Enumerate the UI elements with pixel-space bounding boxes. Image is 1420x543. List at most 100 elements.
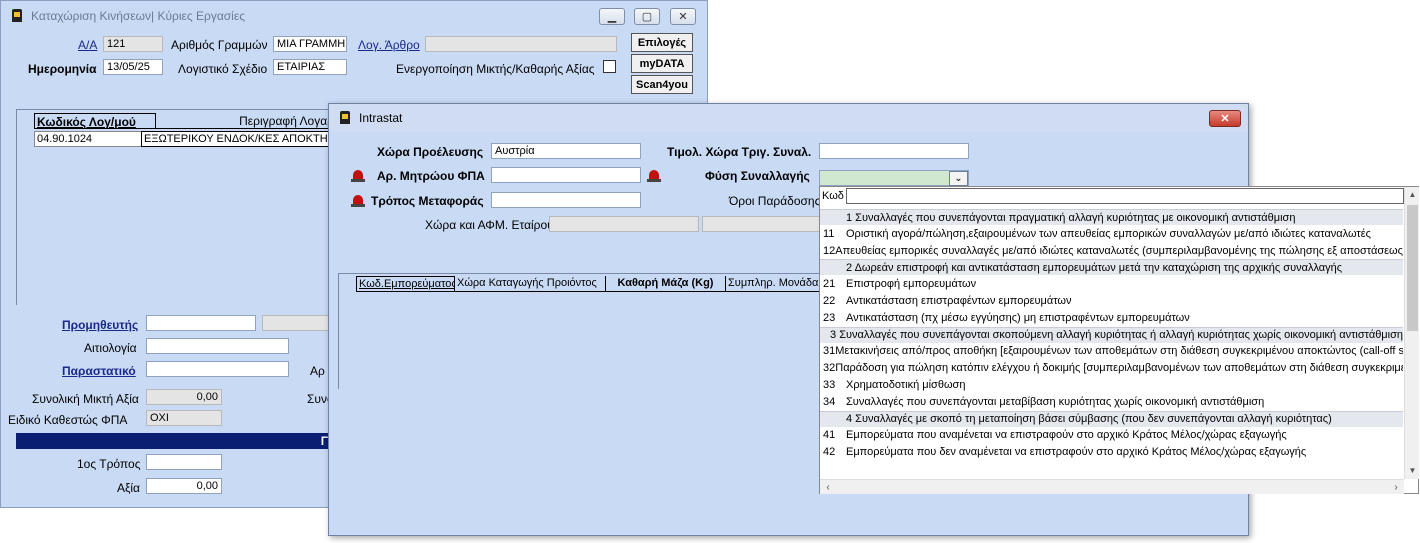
table-row-code[interactable]: 04.90.1024: [34, 131, 156, 147]
scroll-thumb[interactable]: [1407, 205, 1418, 331]
date-label: Ημερομηνία: [28, 62, 97, 76]
option-code: 12: [823, 244, 836, 257]
log-arthro-label[interactable]: Λογ. Άρθρο: [358, 38, 420, 52]
supplier-field[interactable]: [146, 315, 256, 331]
transaction-nature-label: Φύση Συναλλαγής: [705, 169, 810, 183]
scroll-up-icon[interactable]: ▲: [1405, 187, 1420, 203]
log-arthro-field[interactable]: [425, 36, 617, 52]
mydata-button[interactable]: myDATA: [631, 54, 693, 73]
transaction-nature-dropdown[interactable]: Κωδ 1 Συναλλαγές που συνεπάγονται πραγμα…: [819, 186, 1419, 494]
partner-label: Χώρα και ΑΦΜ. Εταίρου: [425, 218, 554, 232]
option-text: Εμπορεύματα που δεν αναμένεται να επιστρ…: [846, 446, 1307, 459]
dropdown-group-header[interactable]: 3 Συναλλαγές που συνεπάγονται σκοπούμενη…: [820, 326, 1403, 343]
payment-band-title: Γ: [320, 434, 328, 448]
option-text: 3 Συναλλαγές που συνεπάγονται σκοπούμενη…: [830, 329, 1403, 342]
vat-regime-field[interactable]: ΟΧΙ: [146, 410, 222, 426]
dropdown-filter-row: Κωδ: [820, 187, 1418, 205]
maximize-button[interactable]: ▢: [634, 8, 660, 25]
option-code: 21: [823, 278, 836, 291]
intrastat-goods-grid: Κωδ.Εμπορεύματος Χώρα Καταγωγής Προιόντο…: [338, 273, 822, 389]
chevron-down-icon[interactable]: ⌄: [949, 171, 968, 186]
gross-net-checkbox[interactable]: [603, 60, 616, 73]
line-count-field[interactable]: ΜΙΑ ΓΡΑΜΜΗ: [273, 36, 347, 52]
document-label[interactable]: Παραστατικό: [62, 364, 136, 378]
transport-field[interactable]: [491, 192, 641, 208]
option-text: Απευθείας εμπορικές συναλλαγές με/από ιδ…: [835, 244, 1403, 257]
vat-reg-alarm-icon[interactable]: [351, 169, 365, 183]
options-button[interactable]: Επιλογές: [631, 33, 693, 52]
total-gross-label: Συνολική Μικτή Αξία: [32, 392, 139, 406]
dropdown-option[interactable]: 21 Επιστροφή εμπορευμάτων: [820, 276, 1403, 292]
scroll-right-icon[interactable]: ›: [1388, 480, 1404, 495]
vat-reg-label: Αρ. Μητρώου ΦΠΑ: [377, 169, 485, 183]
invoice-country-field[interactable]: [819, 143, 969, 159]
dropdown-option[interactable]: 34 Συναλλαγές που συνεπάγονται μεταβίβαση…: [820, 394, 1403, 410]
aa-label[interactable]: Α/Α: [78, 38, 97, 52]
option-text: 4 Συναλλαγές με σκοπό τη μεταποίηση βάσε…: [846, 413, 1332, 426]
option-code: 34: [823, 395, 836, 408]
close-icon[interactable]: ✕: [670, 8, 696, 25]
scroll-left-icon[interactable]: ‹: [820, 480, 836, 495]
option-code: 23: [823, 311, 836, 324]
scroll-down-icon[interactable]: ▼: [1405, 463, 1420, 479]
transaction-nature-combo[interactable]: [819, 170, 969, 186]
supplier-name-field: [262, 315, 330, 331]
goods-col-mass[interactable]: Καθαρή Μάζα (Kg): [606, 276, 726, 292]
dropdown-option[interactable]: 31 Μετακινήσεις από/προς αποθήκη [εξαιρου…: [820, 343, 1403, 359]
main-window-title: Καταχώριση Κινήσεων| Κύριες Εργασίες: [31, 9, 245, 23]
goods-col-unit[interactable]: Συμπληρ. Μονάδα: [726, 276, 822, 292]
dropdown-option[interactable]: 41 Εμπορεύματα που αναμένεται να επιστραφ…: [820, 427, 1403, 443]
grid-header-code[interactable]: Κωδικός Λογ/μού: [34, 113, 156, 129]
intrastat-close-icon[interactable]: ✕: [1209, 110, 1241, 127]
dropdown-option[interactable]: 42 Εμπορεύματα που δεν αναμένεται να επισ…: [820, 444, 1403, 460]
transaction-alarm-icon[interactable]: [647, 169, 661, 183]
document-field[interactable]: [146, 361, 289, 377]
goods-col-origin[interactable]: Χώρα Καταγωγής Προιόντος: [455, 276, 606, 292]
grid-header-desc[interactable]: Περιγραφή Λογαρ: [156, 113, 336, 129]
dropdown-filter-input[interactable]: [846, 188, 1404, 204]
accounting-plan-field[interactable]: ΕΤΑΙΡΙΑΣ: [273, 59, 347, 75]
dropdown-option[interactable]: 33 Χρηματοδοτική μίσθωση: [820, 377, 1403, 393]
dropdown-filter-label: Κωδ: [822, 190, 844, 202]
dropdown-option[interactable]: 22 Αντικατάσταση επιστραφέντων εμπορευμάτ…: [820, 293, 1403, 309]
date-field[interactable]: 13/05/25: [103, 59, 163, 75]
option-text: 2 Δωρεάν επιστροφή και αντικατάσταση εμπ…: [846, 261, 1343, 274]
supplier-label[interactable]: Προμηθευτής: [62, 318, 138, 332]
option-code: 11: [823, 227, 835, 240]
value-label: Αξία: [117, 481, 140, 495]
dropdown-options: 1 Συναλλαγές που συνεπάγονται πραγματική…: [820, 209, 1403, 479]
dropdown-option[interactable]: 12 Απευθείας εμπορικές συναλλαγές με/από …: [820, 243, 1403, 259]
dropdown-option[interactable]: 32 Παράδοση για πώληση κατόπιν ελέγχου ή …: [820, 360, 1403, 376]
option-text: Αντικατάσταση (πχ μέσω εγγύησης) μη επισ…: [846, 311, 1190, 324]
dropdown-option[interactable]: 23 Αντικατάσταση (πχ μέσω εγγύησης) μη επ…: [820, 310, 1403, 326]
dropdown-option[interactable]: 11 Οριστική αγορά/πώληση,εξαιρουμένων των…: [820, 226, 1403, 242]
payment1-label: 1ος Τρόπος: [77, 457, 141, 471]
minimize-button[interactable]: ▁: [599, 8, 625, 25]
value-field[interactable]: 0,00: [146, 478, 222, 494]
table-row-desc[interactable]: ΕΞΩΤΕΡΙΚΟΥ ΕΝΔΟΚ/ΚΕΣ ΑΠΟΚΤΗΣ: [141, 131, 336, 147]
intrastat-app-icon: [337, 110, 353, 126]
option-code: 33: [823, 379, 836, 391]
dropdown-group-header[interactable]: 2 Δωρεάν επιστροφή και αντικατάσταση εμπ…: [820, 259, 1403, 276]
option-text: Μετακινήσεις από/προς αποθήκη [εξαιρουμέ…: [835, 345, 1403, 358]
accounts-grid: Κωδικός Λογ/μού Περιγραφή Λογαρ 04.90.10…: [16, 109, 336, 305]
aitiologia-label: Αιτιολογία: [84, 341, 137, 355]
option-code: 31: [823, 345, 836, 358]
dropdown-hscrollbar[interactable]: ‹ ›: [820, 479, 1404, 494]
option-code: 41: [823, 429, 836, 442]
dropdown-vscrollbar[interactable]: ▲ ▼: [1404, 187, 1419, 479]
payment1-field[interactable]: [146, 454, 222, 470]
dropdown-group-header[interactable]: 4 Συναλλαγές με σκοπό τη μεταποίηση βάσε…: [820, 410, 1403, 427]
vat-reg-field[interactable]: [491, 167, 641, 183]
transport-alarm-icon[interactable]: [351, 194, 365, 208]
goods-col-code[interactable]: Κωδ.Εμπορεύματος: [356, 276, 455, 292]
option-code: 32: [823, 362, 836, 375]
app-icon: [9, 8, 25, 24]
scan4you-button[interactable]: Scan4you: [631, 75, 693, 94]
origin-country-label: Χώρα Προέλευσης: [377, 145, 484, 159]
aa-field[interactable]: 121: [103, 36, 163, 52]
option-text: Αντικατάσταση επιστραφέντων εμπορευμάτων: [846, 295, 1072, 307]
dropdown-group-header[interactable]: 1 Συναλλαγές που συνεπάγονται πραγματική…: [820, 209, 1403, 225]
origin-country-field[interactable]: Αυστρία: [491, 143, 641, 159]
aitiologia-field[interactable]: [146, 338, 289, 354]
